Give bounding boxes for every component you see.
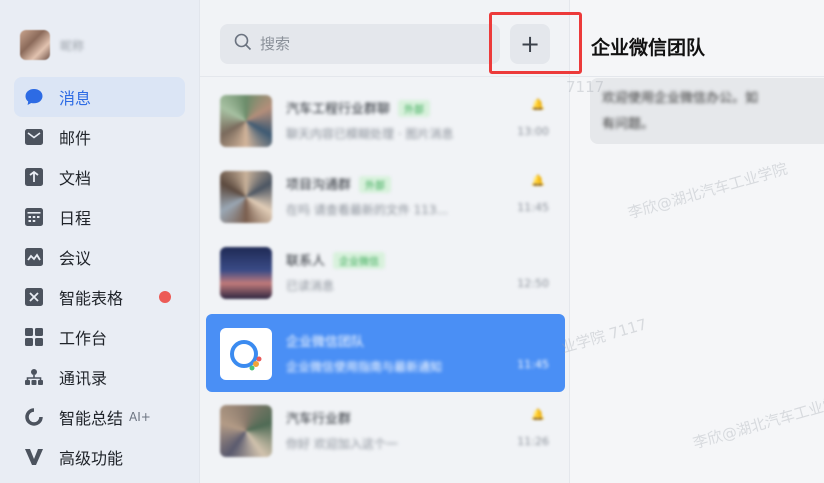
conversation-time: 11:45 bbox=[517, 201, 549, 214]
sidebar: 昵称 消息 邮件 文档 日程 会议 智能表格 工作台 通讯录 智能总结 AI+ … bbox=[0, 0, 200, 483]
divider bbox=[570, 76, 824, 77]
conversation-item-selected[interactable]: 企业微信团队 企业微信使用指南与最新通知 11:45 bbox=[206, 314, 565, 392]
conversation-snippet: 企业微信使用指南与最新通知 bbox=[286, 360, 443, 374]
conversation-snippet: 你好 欢迎加入这个一 bbox=[286, 437, 398, 451]
chat-bubble-icon bbox=[24, 87, 44, 107]
advanced-v-icon bbox=[24, 447, 44, 467]
sidebar-item-label: 高级功能 bbox=[59, 449, 124, 468]
sidebar-nav: 消息 邮件 文档 日程 会议 智能表格 工作台 通讯录 智能总结 AI+ 高级功… bbox=[14, 77, 185, 477]
avatar[interactable] bbox=[20, 30, 50, 60]
chat-title: 企业微信团队 bbox=[591, 37, 706, 59]
calendar-icon bbox=[24, 207, 44, 227]
mute-icon: 🔔 bbox=[531, 98, 545, 111]
conversation-list-pane: + 汽车工程行业群聊外部 🔔 聊天内容已模糊处理 · 图片消息 13:00 项目… bbox=[200, 0, 570, 483]
conversation-item[interactable]: 汽车行业群 🔔 你好 欢迎加入这个一 11:26 bbox=[206, 391, 565, 469]
mail-icon bbox=[24, 127, 44, 147]
document-icon bbox=[24, 167, 44, 187]
conversation-title: 企业微信团队 bbox=[286, 335, 365, 350]
conversation-title: 汽车工程行业群聊 外部 bbox=[286, 98, 431, 117]
external-tag: 外部 bbox=[398, 100, 431, 117]
sidebar-item-label: 消息 bbox=[59, 89, 92, 108]
ai-plus-label: AI+ bbox=[129, 410, 151, 424]
message-bubble[interactable]: 欢迎使用企业微信办公。如 有问题。 bbox=[590, 78, 824, 144]
conversation-time: 11:26 bbox=[517, 435, 549, 448]
sidebar-item-label: 邮件 bbox=[59, 129, 92, 148]
conversation-time: 12:50 bbox=[517, 277, 549, 290]
group-avatar bbox=[220, 405, 272, 457]
search-box[interactable] bbox=[220, 24, 500, 64]
sidebar-item-workbench[interactable]: 工作台 bbox=[14, 317, 185, 357]
wecom-team-avatar bbox=[220, 328, 272, 380]
wecom-tag: 企业微信 bbox=[333, 252, 386, 269]
message-text: 欢迎使用企业微信办公。如 bbox=[602, 91, 759, 106]
sidebar-item-label: 智能表格 bbox=[59, 289, 124, 308]
message-text: 有问题。 bbox=[602, 117, 655, 132]
sidebar-item-smartsheet[interactable]: 智能表格 bbox=[14, 277, 185, 317]
conversation-title: 联系人 企业微信 bbox=[286, 250, 386, 269]
sidebar-item-calendar[interactable]: 日程 bbox=[14, 197, 185, 237]
workbench-grid-icon bbox=[24, 327, 44, 347]
sidebar-item-label: 智能总结 bbox=[59, 409, 124, 428]
external-tag: 外部 bbox=[359, 176, 392, 193]
contact-avatar bbox=[220, 247, 272, 299]
sidebar-item-mail[interactable]: 邮件 bbox=[14, 117, 185, 157]
smart-sheet-icon bbox=[24, 287, 44, 307]
conversation-snippet: 聊天内容已模糊处理 · 图片消息 bbox=[286, 127, 454, 141]
sidebar-item-label: 日程 bbox=[59, 209, 92, 228]
conversation-item[interactable]: 汽车工程行业群聊 外部 🔔 聊天内容已模糊处理 · 图片消息 13:00 bbox=[206, 81, 565, 159]
divider bbox=[200, 76, 570, 77]
mute-icon: 🔔 bbox=[531, 174, 545, 187]
mute-icon: 🔔 bbox=[531, 408, 545, 421]
wecom-logo-icon bbox=[230, 340, 262, 371]
sidebar-item-label: 通讯录 bbox=[59, 369, 108, 388]
conversation-item[interactable]: 项目沟通群 外部 🔔 在吗 请查看最新的文件 113... 11:45 bbox=[206, 157, 565, 235]
conversation-snippet: 已读消息 bbox=[286, 279, 335, 293]
add-button[interactable]: + bbox=[510, 24, 550, 64]
sidebar-item-summary[interactable]: 智能总结 AI+ bbox=[14, 397, 185, 437]
sidebar-item-label: 工作台 bbox=[59, 329, 108, 348]
sidebar-item-contacts[interactable]: 通讯录 bbox=[14, 357, 185, 397]
conversation-title: 汽车行业群 bbox=[286, 412, 352, 427]
smart-summary-icon bbox=[24, 407, 44, 427]
sidebar-item-label: 会议 bbox=[59, 249, 92, 268]
sidebar-item-label: 文档 bbox=[59, 169, 92, 188]
chat-pane: 企业微信团队 欢迎使用企业微信办公。如 有问题。 bbox=[570, 0, 824, 483]
profile[interactable]: 昵称 bbox=[20, 30, 84, 60]
search-icon bbox=[234, 33, 252, 55]
conversation-item[interactable]: 联系人 企业微信 已读消息 12:50 bbox=[206, 233, 565, 311]
group-avatar bbox=[220, 171, 272, 223]
meeting-icon bbox=[24, 247, 44, 267]
notification-dot bbox=[159, 291, 171, 303]
contacts-tree-icon bbox=[24, 367, 44, 387]
sidebar-item-docs[interactable]: 文档 bbox=[14, 157, 185, 197]
conversation-snippet: 在吗 请查看最新的文件 113... bbox=[286, 203, 448, 217]
conversation-time: 13:00 bbox=[517, 125, 549, 138]
sidebar-item-messages[interactable]: 消息 bbox=[14, 77, 185, 117]
group-avatar bbox=[220, 95, 272, 147]
conversation-time: 11:45 bbox=[517, 358, 549, 371]
profile-name: 昵称 bbox=[60, 38, 85, 53]
sidebar-item-meeting[interactable]: 会议 bbox=[14, 237, 185, 277]
search-input[interactable] bbox=[260, 35, 480, 53]
sidebar-item-advanced[interactable]: 高级功能 bbox=[14, 437, 185, 477]
conversation-title: 项目沟通群 外部 bbox=[286, 174, 392, 193]
